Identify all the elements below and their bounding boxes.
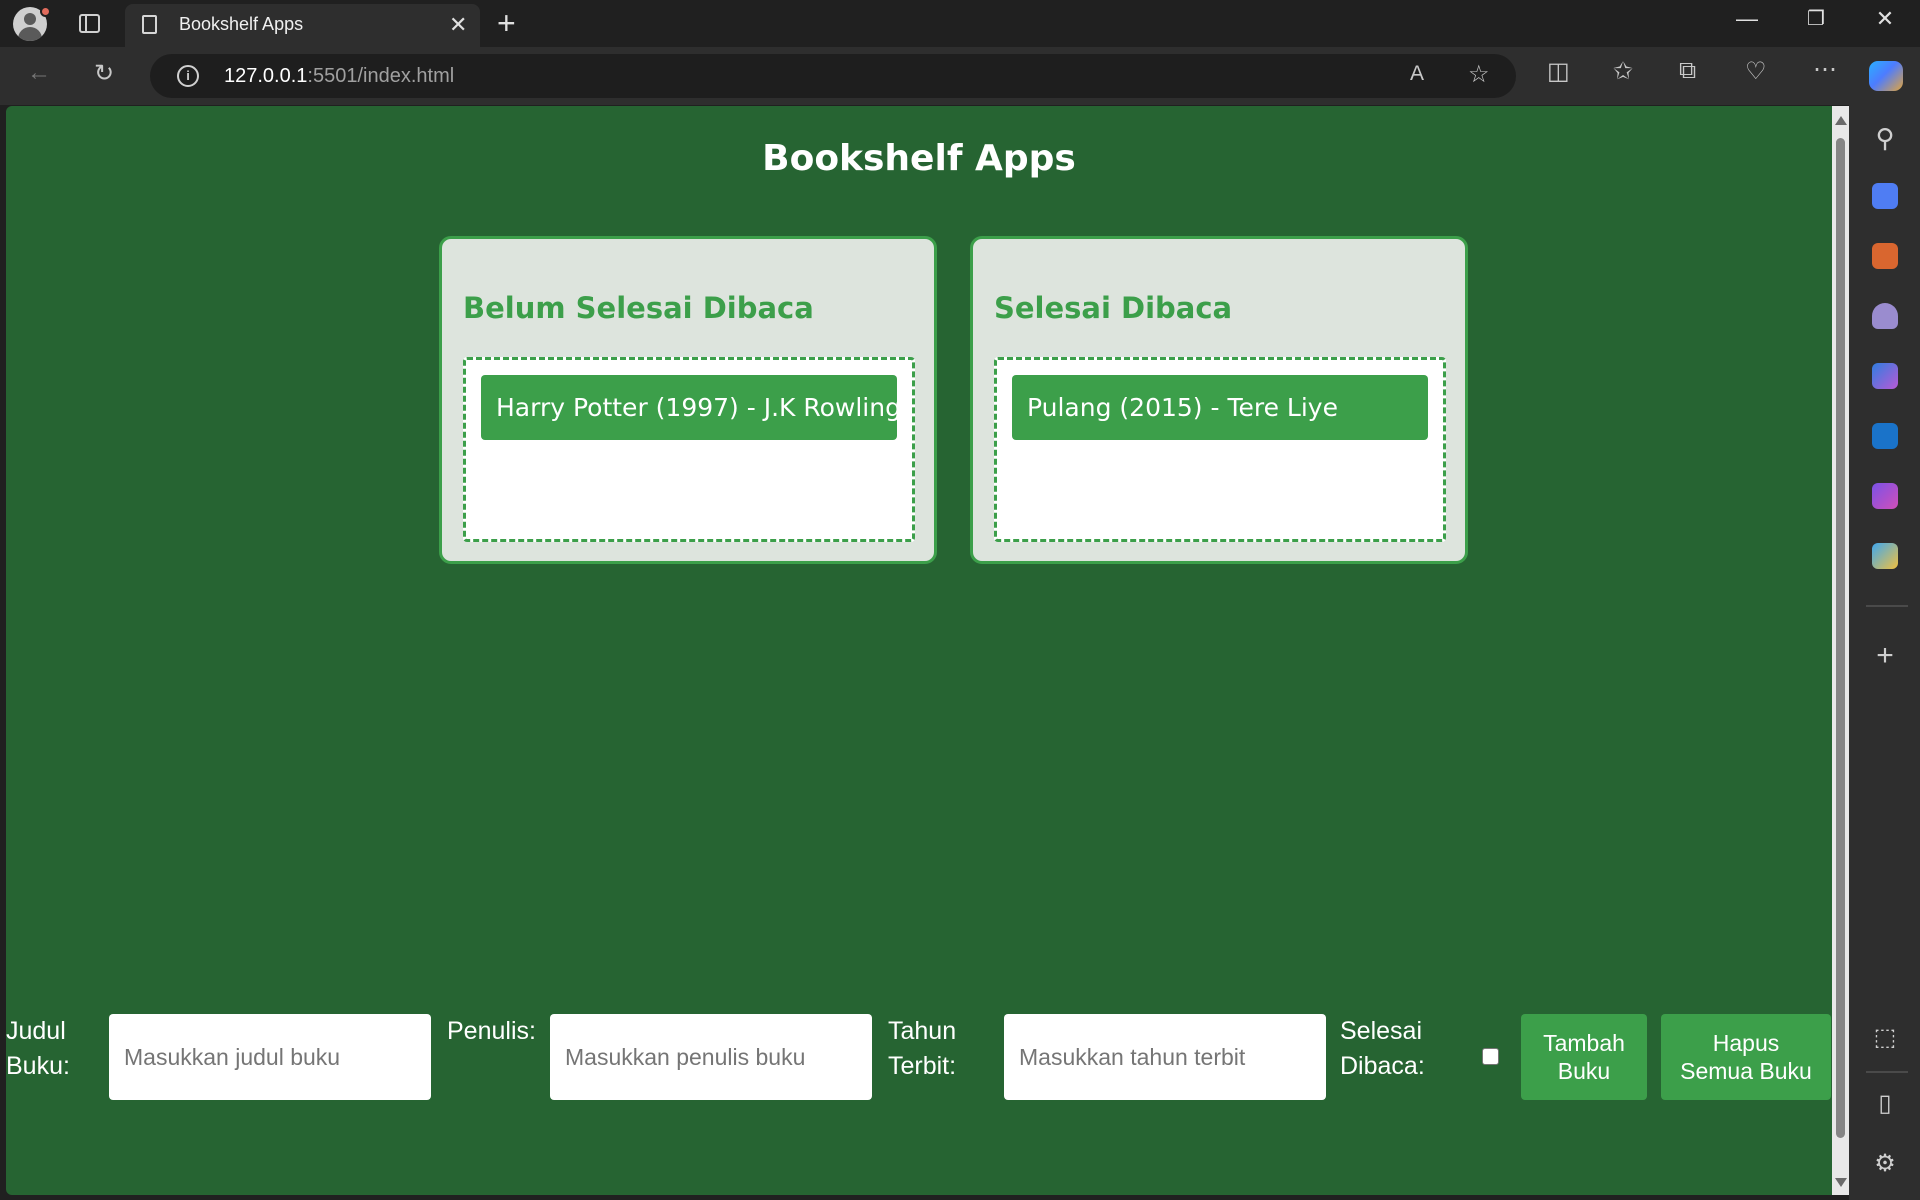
new-tab-button[interactable]: + <box>497 5 516 42</box>
book-item[interactable]: Harry Potter (1997) - J.K Rowling <box>481 375 897 440</box>
shelf-unread: Belum Selesai Dibaca Harry Potter (1997)… <box>439 236 937 564</box>
scroll-thumb[interactable] <box>1836 138 1845 1138</box>
sidebar-separator <box>1866 605 1908 607</box>
book-dropzone[interactable]: Harry Potter (1997) - J.K Rowling <box>463 357 915 542</box>
games-icon[interactable] <box>1872 303 1898 329</box>
tab-actions-icon[interactable] <box>79 14 100 33</box>
settings-icon[interactable]: ⚙ <box>1871 1149 1899 1178</box>
page-scrollbar[interactable] <box>1832 106 1849 1195</box>
split-screen-icon[interactable]: ◫ <box>1547 57 1570 86</box>
page-viewport: Bookshelf Apps Belum Selesai Dibaca Harr… <box>6 106 1832 1195</box>
avatar-head-shape <box>24 13 36 25</box>
tools-icon[interactable] <box>1872 243 1898 269</box>
search-icon[interactable]: ⚲ <box>1871 123 1899 154</box>
sidebar-separator <box>1866 1071 1908 1073</box>
shelf-title: Selesai Dibaca <box>994 291 1233 325</box>
year-label: Tahun Terbit: <box>888 1017 957 1080</box>
restore-button[interactable]: ❐ <box>1796 6 1836 31</box>
done-checkbox[interactable] <box>1482 1048 1499 1065</box>
browser-window: Bookshelf Apps ✕ + — ❐ ✕ ← ↻ i 127.0.0.1… <box>0 0 1920 1200</box>
book-item[interactable]: Pulang (2015) - Tere Liye <box>1012 375 1428 440</box>
back-icon[interactable]: ← <box>27 59 51 87</box>
outlook-icon[interactable] <box>1872 423 1898 449</box>
scroll-down-arrow[interactable] <box>1835 1178 1847 1187</box>
read-aloud-icon[interactable]: A <box>1410 62 1424 86</box>
designer-icon[interactable] <box>1872 483 1898 509</box>
favorites-icon[interactable]: ✩ <box>1613 57 1633 86</box>
close-tab-icon[interactable]: ✕ <box>449 12 467 38</box>
minimize-button[interactable]: — <box>1727 6 1767 32</box>
edge-sidebar: ⚲ + ⬚ ▯ ⚙ <box>1849 105 1920 1200</box>
browser-tab[interactable]: Bookshelf Apps ✕ <box>125 4 480 47</box>
more-icon[interactable]: ⋯ <box>1813 55 1837 84</box>
book-dropzone[interactable]: Pulang (2015) - Tere Liye <box>994 357 1446 542</box>
address-bar[interactable]: i 127.0.0.1:5501/index.html A ☆ <box>150 54 1516 98</box>
shopping-icon[interactable] <box>1872 183 1898 209</box>
browser-toolbar: ← ↻ i 127.0.0.1:5501/index.html A ☆ ◫ ✩ … <box>0 47 1920 105</box>
sidebar-toggle-icon[interactable]: ▯ <box>1871 1089 1899 1118</box>
shelf-read: Selesai Dibaca Pulang (2015) - Tere Liye <box>970 236 1468 564</box>
document-icon <box>142 15 157 34</box>
site-info-icon[interactable]: i <box>177 65 199 87</box>
done-label: Selesai Dibaca: <box>1340 1017 1425 1080</box>
telegram-icon[interactable] <box>1872 543 1898 569</box>
add-book-button[interactable]: Tambah Buku <box>1521 1014 1647 1100</box>
url-text[interactable]: 127.0.0.1:5501/index.html <box>224 65 454 88</box>
year-input[interactable] <box>1004 1014 1326 1100</box>
title-bar: Bookshelf Apps ✕ + — ❐ ✕ <box>0 0 1920 47</box>
collections-icon[interactable]: ⧉ <box>1679 57 1696 85</box>
browser-essentials-icon[interactable]: ♡ <box>1745 57 1767 86</box>
shelf-title: Belum Selesai Dibaca <box>463 291 814 325</box>
author-label: Penulis: <box>447 1017 536 1045</box>
add-icon[interactable]: + <box>1871 639 1899 673</box>
clear-all-button[interactable]: Hapus Semua Buku <box>1661 1014 1831 1100</box>
title-input[interactable] <box>109 1014 431 1100</box>
tab-title: Bookshelf Apps <box>179 14 304 34</box>
author-input[interactable] <box>550 1014 872 1100</box>
refresh-icon[interactable]: ↻ <box>94 59 114 88</box>
close-window-button[interactable]: ✕ <box>1865 6 1905 32</box>
notification-dot <box>40 6 51 17</box>
microsoft365-icon[interactable] <box>1872 363 1898 389</box>
favorite-icon[interactable]: ☆ <box>1468 60 1490 89</box>
screenshot-icon[interactable]: ⬚ <box>1871 1023 1899 1052</box>
scroll-up-arrow[interactable] <box>1835 116 1847 125</box>
page-title: Bookshelf Apps <box>762 138 1076 179</box>
copilot-icon[interactable] <box>1869 61 1903 91</box>
avatar-body-shape <box>18 27 42 41</box>
title-label: Judul Buku: <box>6 1017 70 1080</box>
